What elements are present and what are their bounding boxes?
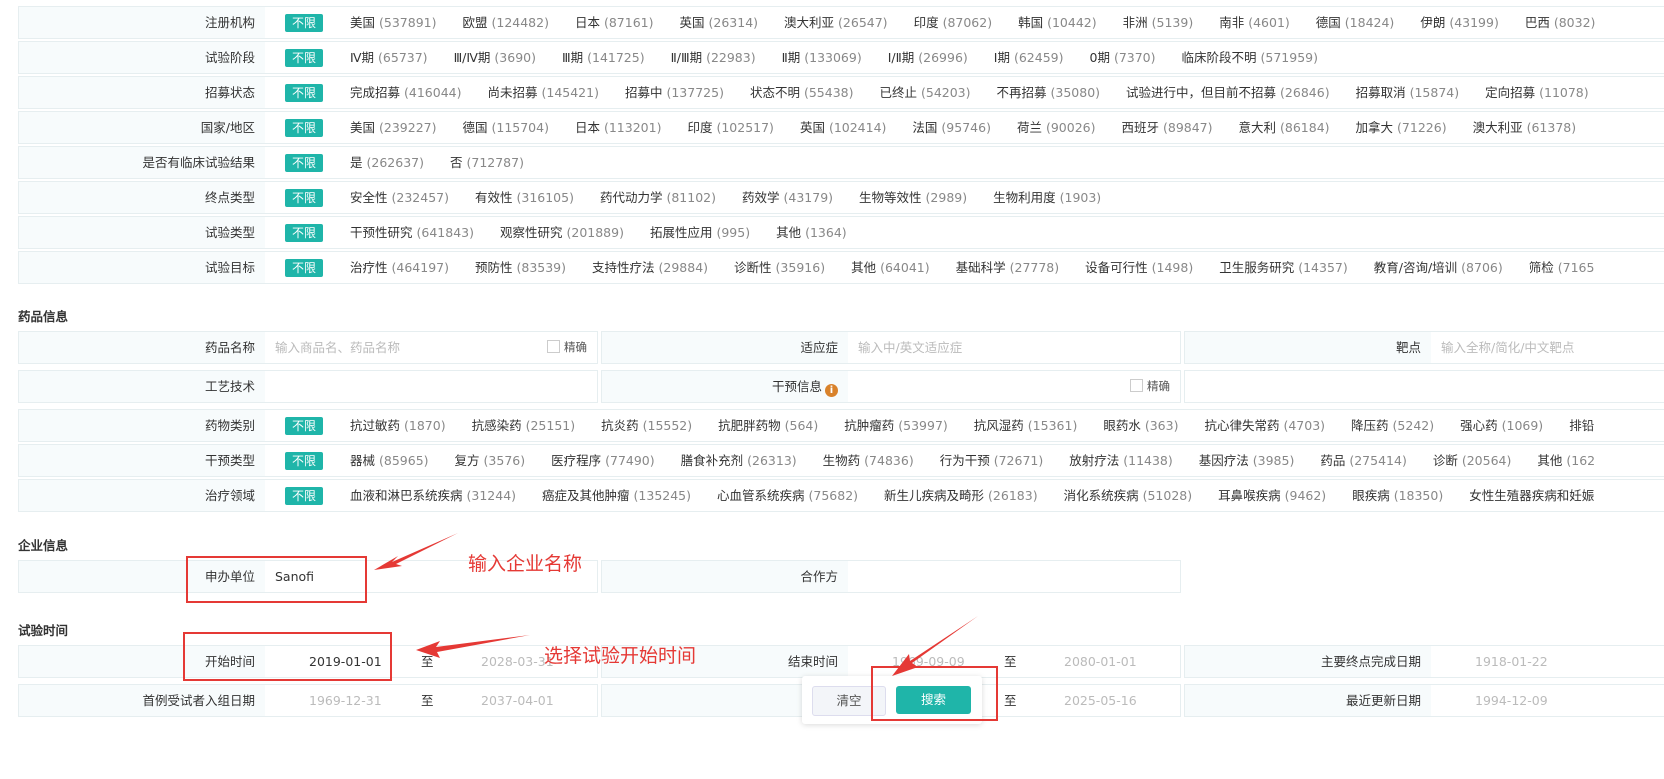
annotation-start-time: 选择试验开始时间 xyxy=(544,645,697,667)
arrow-1 xyxy=(374,533,458,570)
annotation-arrows xyxy=(374,533,978,676)
annotation-company: 输入企业名称 xyxy=(468,553,583,575)
arrow-3 xyxy=(892,616,978,676)
arrow-2 xyxy=(416,635,530,658)
